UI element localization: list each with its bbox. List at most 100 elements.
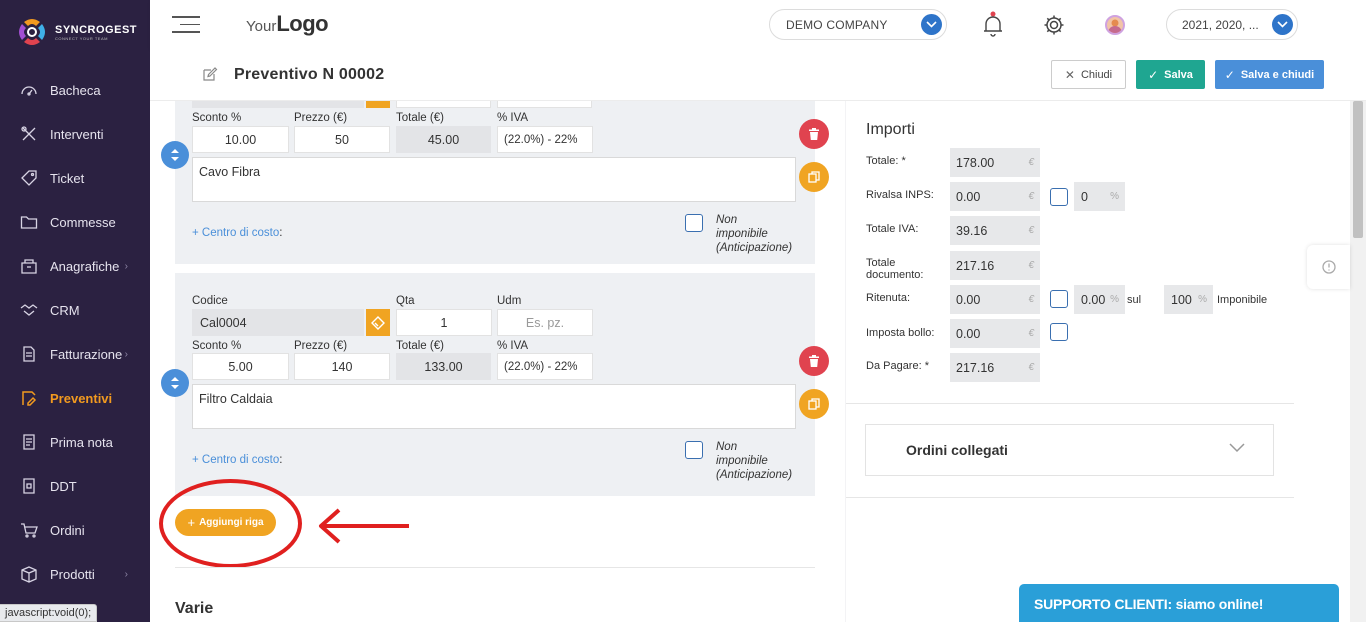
delete-row-button[interactable] (799, 119, 829, 149)
rivalsa-inps-value[interactable]: 0.00 € (950, 182, 1040, 211)
user-avatar[interactable] (1105, 15, 1125, 35)
status-bar-url: javascript:void(0); (0, 604, 98, 622)
udm-field[interactable] (497, 101, 592, 108)
company-logo: YourLogo (246, 11, 329, 36)
save-button[interactable]: ✓ Salva (1136, 60, 1205, 89)
sidebar-item-label: Preventivi (50, 390, 113, 406)
reorder-handle[interactable] (161, 141, 189, 169)
brand[interactable]: SYNCROGEST CONNECT YOUR TEAM (16, 16, 137, 48)
ritenuta-percent[interactable]: 0.00% (1074, 285, 1125, 314)
tag-icon (20, 169, 38, 187)
delete-row-button[interactable] (799, 346, 829, 376)
section-divider (846, 497, 1294, 498)
sidebar-item-label: Ticket (50, 170, 85, 186)
sidebar-item-anagrafiche[interactable]: Anagrafiche › (0, 244, 150, 288)
sidebar-item-interventi[interactable]: Interventi (0, 112, 150, 156)
quote-line-1: Sconto % Prezzo (€) Totale (€) % IVA 10.… (161, 101, 829, 264)
totale-documento-label: Totale documento: (866, 257, 924, 281)
codice-field[interactable] (192, 101, 364, 108)
edit-icon (202, 66, 218, 85)
topbar: YourLogo DEMO COMPANY 2021, 2020, ... (150, 0, 1366, 49)
ordini-collegati-accordion[interactable]: Ordini collegati (865, 424, 1274, 476)
duplicate-row-button[interactable] (799, 389, 829, 419)
year-select[interactable]: 2021, 2020, ... (1166, 9, 1298, 40)
rivalsa-inps-checkbox[interactable] (1050, 188, 1068, 206)
scrollbar-thumb[interactable] (1353, 101, 1363, 238)
iva-select[interactable]: (22.0%) - 22% (497, 353, 593, 380)
ritenuta-value[interactable]: 0.00 € (950, 285, 1040, 314)
code-lookup-button[interactable] (366, 101, 390, 108)
imposta-bollo-value[interactable]: 0.00 € (950, 319, 1040, 348)
descrizione-textarea[interactable]: Cavo Fibra (192, 157, 796, 202)
save-and-close-button[interactable]: ✓ Salva e chiudi (1215, 60, 1324, 89)
sconto-input[interactable]: 10.00 (192, 126, 289, 153)
duplicate-row-button[interactable] (799, 162, 829, 192)
iva-label: % IVA (497, 112, 529, 124)
sidebar-item-preventivi[interactable]: Preventivi (0, 376, 150, 420)
tools-icon (20, 125, 38, 143)
dashboard-icon (20, 81, 38, 99)
sidebar-item-bacheca[interactable]: Bacheca (0, 68, 150, 112)
ritenuta-checkbox[interactable] (1050, 290, 1068, 308)
settings-gear-icon[interactable] (1043, 14, 1065, 39)
imposta-bollo-label: Imposta bollo: (866, 327, 935, 339)
sidebar-item-label: Prima nota (50, 434, 113, 450)
info-side-tab[interactable] (1307, 245, 1350, 289)
prezzo-input[interactable]: 50 (294, 126, 390, 153)
close-button[interactable]: ✕ Chiudi (1051, 60, 1126, 89)
da-pagare-label: Da Pagare: * (866, 360, 929, 372)
syncrogest-logo-icon (19, 19, 45, 45)
sidebar-item-prodotti[interactable]: Prodotti › (0, 552, 150, 596)
non-imponibile-checkbox[interactable] (685, 214, 703, 232)
imposta-bollo-checkbox[interactable] (1050, 323, 1068, 341)
brand-name: SYNCROGEST (55, 23, 138, 36)
qta-field[interactable] (396, 101, 491, 108)
year-select-value: 2021, 2020, ... (1182, 17, 1259, 32)
sidebar-item-prima-nota[interactable]: Prima nota (0, 420, 150, 464)
copy-icon (808, 398, 820, 410)
section-divider (846, 403, 1294, 404)
notifications-bell-icon[interactable] (983, 11, 1003, 40)
menu-toggle-icon[interactable] (172, 16, 200, 34)
support-chat-button[interactable]: SUPPORTO CLIENTI: siamo online! (1019, 584, 1339, 622)
reorder-handle[interactable] (161, 369, 189, 397)
qta-input[interactable]: 1 (396, 309, 492, 336)
sidebar-item-ordini[interactable]: Ordini (0, 508, 150, 552)
sidebar-item-fatturazione[interactable]: Fatturazione › (0, 332, 150, 376)
iva-select[interactable]: (22.0%) - 22% (497, 126, 593, 153)
descrizione-textarea[interactable]: Filtro Caldaia (192, 384, 796, 429)
sidebar-item-ddt[interactable]: DDT (0, 464, 150, 508)
save-button-label: Salva (1164, 68, 1193, 81)
company-select-value: DEMO COMPANY (786, 17, 888, 32)
prezzo-input[interactable]: 140 (294, 353, 390, 380)
imponibile-percent[interactable]: 100% (1164, 285, 1213, 314)
sconto-input[interactable]: 5.00 (192, 353, 289, 380)
udm-input[interactable]: Es. pz. (497, 309, 593, 336)
sidebar-item-label: Anagrafiche (50, 258, 120, 274)
close-icon: ✕ (1064, 67, 1075, 82)
sidebar-item-label: Ordini (50, 522, 85, 538)
id-card-icon (20, 257, 38, 275)
centro-di-costo-link[interactable]: + Centro di costo: (192, 227, 282, 239)
check-icon: ✓ (1224, 67, 1235, 82)
non-imponibile-label: Non imponibile (Anticipazione) (716, 214, 793, 254)
sidebar-item-ticket[interactable]: Ticket (0, 156, 150, 200)
sconto-label: Sconto % (192, 112, 242, 124)
handshake-icon (20, 301, 38, 319)
company-select[interactable]: DEMO COMPANY (769, 9, 947, 40)
sidebar-item-commesse[interactable]: Commesse (0, 200, 150, 244)
sidebar-item-crm[interactable]: CRM (0, 288, 150, 332)
code-lookup-button[interactable] (366, 309, 390, 336)
rivalsa-inps-percent[interactable]: 0% (1074, 182, 1125, 211)
ritenuta-label: Ritenuta: (866, 292, 911, 304)
centro-di-costo-link[interactable]: + Centro di costo: (192, 454, 282, 466)
qta-label: Qta (396, 295, 415, 307)
page-header: Preventivo N 00002 ✕ Chiudi ✓ Salva ✓ Salva… (150, 49, 1366, 101)
non-imponibile-checkbox[interactable] (685, 441, 703, 459)
codice-field[interactable]: Cal0004 (192, 309, 364, 336)
chevron-down-icon (921, 14, 942, 35)
drag-arrows-icon (171, 149, 179, 161)
quote-icon (20, 389, 38, 407)
chevron-down-icon (1272, 14, 1293, 35)
page-scrollbar[interactable] (1350, 101, 1366, 622)
